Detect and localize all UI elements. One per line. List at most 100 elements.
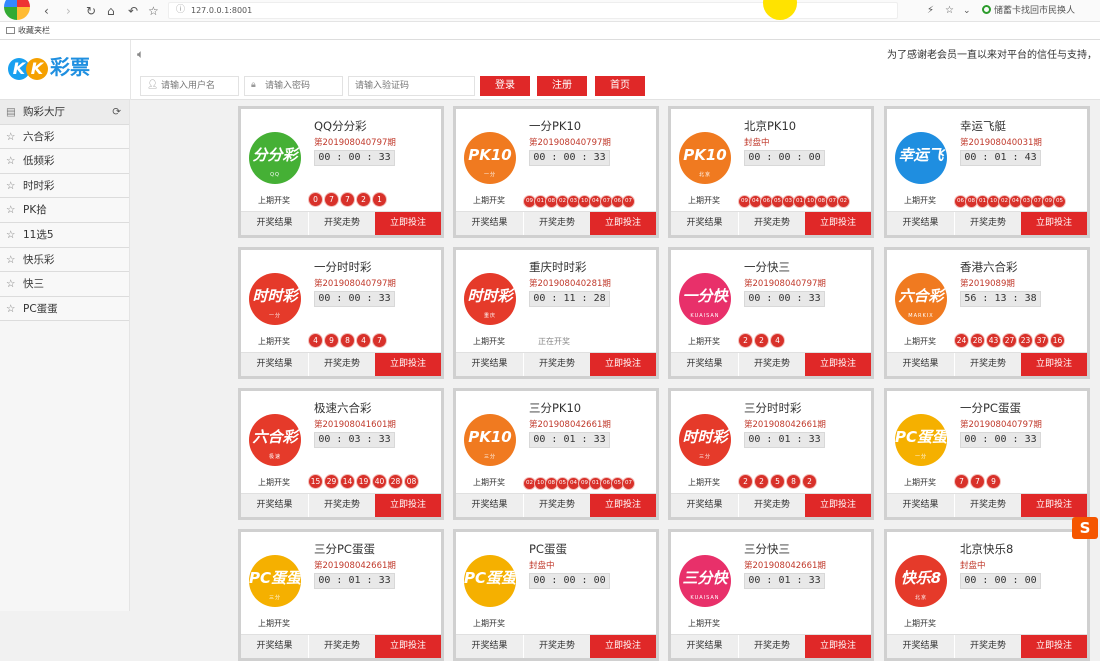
trend-button[interactable]: 开奖走势 [954, 494, 1021, 517]
password-input[interactable]: 🔒︎ 请输入密码 [244, 76, 343, 96]
lottery-logo[interactable]: PC蛋蛋 三分 [249, 555, 301, 607]
results-button[interactable]: 开奖结果 [671, 494, 738, 517]
back-icon[interactable]: ‹ [44, 3, 49, 19]
trend-button[interactable]: 开奖走势 [523, 494, 590, 517]
results-button[interactable]: 开奖结果 [887, 212, 954, 235]
lottery-title[interactable]: 香港六合彩 [960, 259, 1018, 275]
lottery-title[interactable]: 北京快乐8 [960, 541, 1013, 557]
results-button[interactable]: 开奖结果 [887, 494, 954, 517]
bet-now-button[interactable]: 立即投注 [375, 212, 441, 235]
lottery-title[interactable]: PC蛋蛋 [529, 541, 567, 557]
login-button[interactable]: 登录 [480, 76, 530, 96]
sidebar-item[interactable]: ☆ PK拾 [0, 198, 129, 223]
trend-button[interactable]: 开奖走势 [308, 494, 375, 517]
sidebar-item[interactable]: ☆ 快三 [0, 272, 129, 297]
bet-now-button[interactable]: 立即投注 [1021, 353, 1087, 376]
lottery-logo[interactable]: 快乐8 北京 [895, 555, 947, 607]
trend-button[interactable]: 开奖走势 [954, 635, 1021, 658]
home-icon[interactable]: ⌂ [107, 3, 115, 19]
lottery-title[interactable]: 三分时时彩 [744, 400, 802, 416]
lottery-title[interactable]: 重庆时时彩 [529, 259, 587, 275]
bet-now-button[interactable]: 立即投注 [375, 635, 441, 658]
home-button[interactable]: 首页 [595, 76, 645, 96]
bet-now-button[interactable]: 立即投注 [590, 353, 656, 376]
lottery-logo[interactable]: 分分彩 QQ [249, 132, 301, 184]
lottery-logo[interactable]: PK10 三分 [464, 414, 516, 466]
lottery-logo[interactable]: 幸运飞艇 [895, 132, 947, 184]
results-button[interactable]: 开奖结果 [671, 353, 738, 376]
bet-now-button[interactable]: 立即投注 [1021, 494, 1087, 517]
bet-now-button[interactable]: 立即投注 [805, 353, 871, 376]
sidebar-item[interactable]: ☆ 快乐彩 [0, 247, 129, 273]
lottery-logo[interactable]: 时时彩 三分 [679, 414, 731, 466]
trend-button[interactable]: 开奖走势 [738, 212, 805, 235]
results-button[interactable]: 开奖结果 [241, 494, 308, 517]
trend-button[interactable]: 开奖走势 [308, 353, 375, 376]
bet-now-button[interactable]: 立即投注 [375, 494, 441, 517]
results-button[interactable]: 开奖结果 [241, 212, 308, 235]
bookmark-star-icon[interactable]: ☆ [148, 3, 159, 19]
register-button[interactable]: 注册 [537, 76, 587, 96]
bet-now-button[interactable]: 立即投注 [805, 635, 871, 658]
lottery-logo[interactable]: 时时彩 一分 [249, 273, 301, 325]
lottery-title[interactable]: 北京PK10 [744, 118, 796, 134]
sidebar-item-lobby[interactable]: ▤ 购彩大厅 ⟳ [0, 100, 129, 125]
trend-button[interactable]: 开奖走势 [954, 212, 1021, 235]
site-logo[interactable]: K K 彩票 [8, 54, 90, 81]
lottery-logo[interactable]: 三分快 KUAISAN [679, 555, 731, 607]
bet-now-button[interactable]: 立即投注 [590, 212, 656, 235]
username-input[interactable]: 👤︎ 请输入用户名 [140, 76, 239, 96]
lottery-title[interactable]: 一分PK10 [529, 118, 581, 134]
lottery-title[interactable]: 三分快三 [744, 541, 790, 557]
trend-button[interactable]: 开奖走势 [738, 494, 805, 517]
lottery-title[interactable]: 三分PK10 [529, 400, 581, 416]
bookmarks-folder[interactable]: 收藏夹栏 [18, 26, 50, 35]
results-button[interactable]: 开奖结果 [887, 635, 954, 658]
lottery-logo[interactable]: PC蛋蛋 一分 [895, 414, 947, 466]
lottery-title[interactable]: QQ分分彩 [314, 118, 367, 134]
bet-now-button[interactable]: 立即投注 [1021, 212, 1087, 235]
search-suggestion[interactable]: 储蓄卡找回市民换人 [982, 3, 1075, 16]
sidebar-item[interactable]: ☆ 11选5 [0, 222, 129, 248]
bet-now-button[interactable]: 立即投注 [375, 353, 441, 376]
trend-button[interactable]: 开奖走势 [523, 353, 590, 376]
trend-button[interactable]: 开奖走势 [308, 635, 375, 658]
bet-now-button[interactable]: 立即投注 [805, 494, 871, 517]
lottery-title[interactable]: 幸运飞艇 [960, 118, 1006, 134]
lottery-title[interactable]: 三分PC蛋蛋 [314, 541, 375, 557]
trend-button[interactable]: 开奖走势 [738, 353, 805, 376]
results-button[interactable]: 开奖结果 [456, 494, 523, 517]
lottery-logo[interactable]: 一分快 KUAISAN [679, 273, 731, 325]
lottery-logo[interactable]: 时时彩 重庆 [464, 273, 516, 325]
trend-button[interactable]: 开奖走势 [308, 212, 375, 235]
lottery-title[interactable]: 极速六合彩 [314, 400, 372, 416]
refresh-icon[interactable]: ⟳ [112, 100, 121, 124]
results-button[interactable]: 开奖结果 [671, 635, 738, 658]
sidebar-item[interactable]: ☆ PC蛋蛋 [0, 296, 129, 322]
bet-now-button[interactable]: 立即投注 [590, 494, 656, 517]
chevron-down-icon[interactable]: ⌄ [963, 3, 971, 19]
lottery-logo[interactable]: 六合彩 MARKIX [895, 273, 947, 325]
lottery-logo[interactable]: PK10 北京 [679, 132, 731, 184]
trend-button[interactable]: 开奖走势 [523, 635, 590, 658]
lottery-title[interactable]: 一分时时彩 [314, 259, 372, 275]
results-button[interactable]: 开奖结果 [456, 212, 523, 235]
trend-button[interactable]: 开奖走势 [523, 212, 590, 235]
undo-icon[interactable]: ↶ [128, 3, 138, 19]
results-button[interactable]: 开奖结果 [456, 635, 523, 658]
lightning-icon[interactable]: ⚡ [927, 3, 934, 19]
trend-button[interactable]: 开奖走势 [738, 635, 805, 658]
reload-icon[interactable]: ↻ [86, 3, 96, 19]
lottery-logo[interactable]: PK10 一分 [464, 132, 516, 184]
trend-button[interactable]: 开奖走势 [954, 353, 1021, 376]
lottery-logo[interactable]: PC蛋蛋 [464, 555, 516, 607]
lottery-logo[interactable]: 六合彩 极速 [249, 414, 301, 466]
bet-now-button[interactable]: 立即投注 [805, 212, 871, 235]
ime-s-icon[interactable]: S [1072, 517, 1098, 539]
sidebar-item[interactable]: ☆ 低频彩 [0, 149, 129, 174]
lottery-title[interactable]: 一分PC蛋蛋 [960, 400, 1021, 416]
sidebar-item[interactable]: ☆ 时时彩 [0, 173, 129, 199]
star-icon[interactable]: ☆ [945, 3, 954, 19]
captcha-input[interactable]: 请输入验证码 [348, 76, 475, 96]
results-button[interactable]: 开奖结果 [671, 212, 738, 235]
